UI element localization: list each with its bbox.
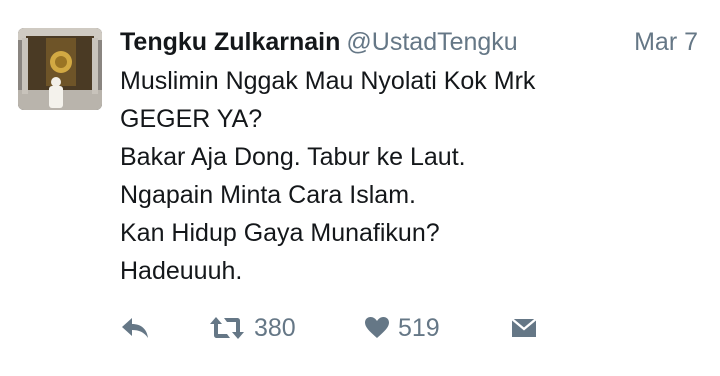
tweet-actions: 380 519 [120,308,680,348]
tweet-text-line: Hadeuuuh. [120,257,243,285]
retweet-count: 380 [254,314,296,342]
avatar-photo [18,28,102,110]
tweet-text-line: Bakar Aja Dong. Tabur ke Laut. [120,143,466,171]
author-name[interactable]: Tengku Zulkarnain [120,28,340,56]
reply-button[interactable] [120,308,150,348]
tweet-header: Tengku Zulkarnain @UstadTengku Mar 7 [120,26,710,58]
retweet-icon [210,317,244,339]
tweet-text-line: GEGER YA? [120,105,263,133]
tweet-text: Muslimin Nggak Mau Nyolati Kok Mrk GEGER… [120,62,700,290]
avatar[interactable] [18,28,102,110]
tweet-date[interactable]: Mar 7 [634,26,698,58]
author-handle[interactable]: @UstadTengku [346,28,517,56]
tweet-text-line: Muslimin Nggak Mau Nyolati Kok Mrk [120,67,536,95]
tweet-text-line: Kan Hidup Gaya Munafikun? [120,219,440,247]
heart-icon [365,317,389,338]
retweet-button[interactable]: 380 [208,308,296,348]
tweet-card: Tengku Zulkarnain @UstadTengku Mar 7 Musl… [0,0,720,376]
tweet-text-line: Ngapain Minta Cara Islam. [120,181,416,209]
like-count: 519 [398,314,440,342]
like-button[interactable]: 519 [364,308,440,348]
direct-message-button[interactable] [510,308,538,348]
envelope-icon [511,318,537,337]
reply-arrow-icon [122,318,148,338]
